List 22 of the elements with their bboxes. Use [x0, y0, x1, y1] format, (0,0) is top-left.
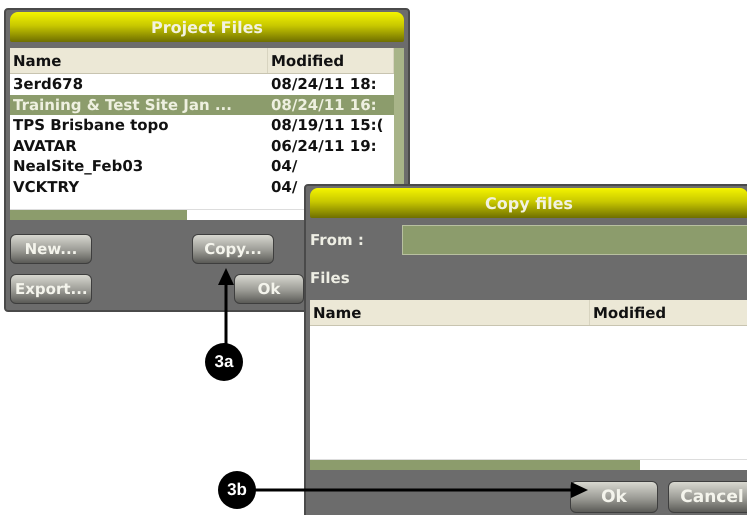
- dialog-title: Copy files: [310, 188, 747, 218]
- column-header[interactable]: Name: [310, 300, 590, 325]
- files-label: Files: [310, 269, 350, 287]
- column-header[interactable]: Modified: [590, 300, 747, 325]
- table-cell-text: VCKTRY: [12, 178, 80, 196]
- column-header[interactable]: Name: [10, 48, 268, 73]
- from-label: From :: [310, 231, 364, 249]
- window-title: Project Files: [10, 12, 404, 42]
- table-cell-text: 06/24/11 19:: [270, 136, 378, 155]
- table-cell-text: 08/24/11 16:: [270, 96, 378, 114]
- table-cell-text: 3erd678: [12, 75, 84, 94]
- table-cell-text: NealSite_Feb03: [12, 157, 144, 176]
- table-cell-text: 08/19/11 15:(: [270, 116, 385, 134]
- table-cell-text: 08/24/11 18:: [270, 75, 378, 94]
- table-cell-text: 04/: [270, 178, 298, 196]
- horizontal-scrollbar[interactable]: [310, 459, 747, 470]
- table-cell-text: Training & Test Site Jan ...: [12, 96, 233, 114]
- table-cell-text: 04/: [270, 157, 298, 176]
- callout-marker: 3a: [205, 343, 243, 381]
- table-cell-text: AVATAR: [12, 136, 78, 155]
- table-cell-text: TPS Brisbane topo: [12, 116, 170, 134]
- callout-marker: 3b: [218, 471, 256, 509]
